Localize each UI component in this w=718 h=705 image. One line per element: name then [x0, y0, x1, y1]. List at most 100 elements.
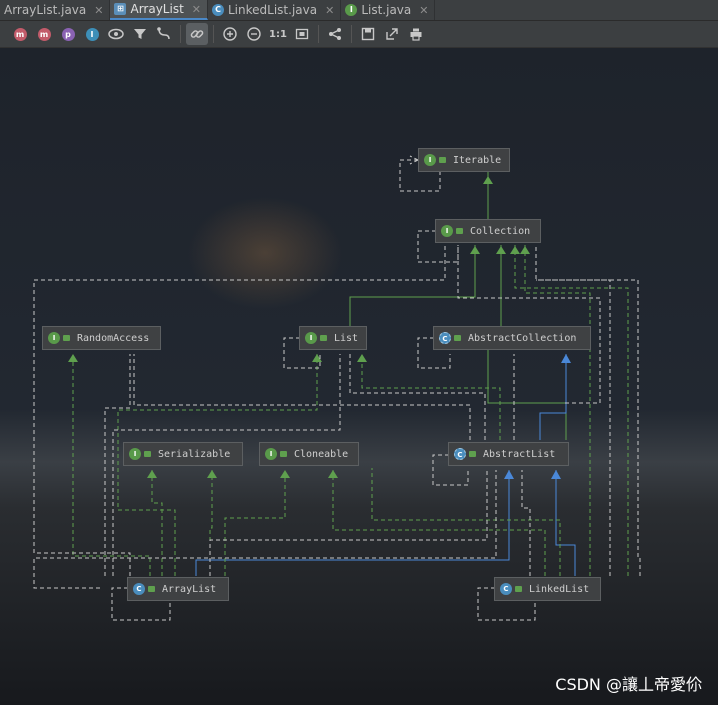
class-icon: C	[500, 583, 512, 595]
tab-label: LinkedList.java	[228, 3, 318, 17]
class-icon: C	[212, 4, 224, 16]
dep-abstractlist-randomaccess	[133, 354, 471, 440]
public-icon	[148, 586, 155, 592]
node-cloneable[interactable]: I Cloneable	[259, 442, 359, 466]
filter-button[interactable]	[129, 23, 151, 45]
node-linked-list[interactable]: C LinkedList	[494, 577, 601, 601]
arrowhead	[496, 246, 506, 254]
zoom-out-button[interactable]	[243, 23, 265, 45]
arrowhead	[504, 470, 514, 479]
tab-linkedlist-java[interactable]: C LinkedList.java ✕	[208, 0, 342, 20]
node-label: RandomAccess	[77, 332, 150, 344]
public-icon	[439, 157, 446, 163]
node-label: AbstractList	[483, 448, 556, 460]
public-icon	[320, 335, 327, 341]
node-iterable[interactable]: I Iterable	[418, 148, 510, 172]
node-abstract-collection[interactable]: C AbstractCollection	[433, 326, 591, 350]
node-label: Cloneable	[294, 448, 349, 460]
node-label: LinkedList	[529, 583, 590, 595]
share-icon	[329, 28, 341, 40]
toolbar-separator	[180, 25, 181, 43]
actual-size-button[interactable]: 1:1	[267, 23, 289, 45]
tab-label: ArrayList	[130, 2, 184, 16]
dep-linkedlist-collection-2	[536, 279, 641, 576]
diagram-canvas[interactable]: I Iterable I Collection I RandomAccess I…	[0, 48, 718, 705]
zoom-in-button[interactable]	[219, 23, 241, 45]
diagram-icon: ⊞	[114, 3, 127, 15]
dependency-icon	[157, 27, 170, 40]
toolbar-separator	[213, 25, 214, 43]
toolbar-separator	[351, 25, 352, 43]
public-icon	[280, 451, 287, 457]
public-icon	[144, 451, 151, 457]
class-icon: C	[133, 583, 145, 595]
tab-arraylist-diagram[interactable]: ⊞ ArrayList ✕	[110, 0, 208, 20]
link-icon	[190, 30, 204, 38]
arrowhead	[483, 176, 493, 184]
edge-linkedlist-collection-2	[514, 245, 629, 576]
show-properties-button[interactable]: p	[57, 23, 79, 45]
show-inner-classes-button[interactable]: I	[81, 23, 103, 45]
edge-arraylist-serializable	[151, 470, 163, 576]
interface-icon: I	[305, 332, 317, 344]
edge-abstractlist-list	[361, 354, 501, 440]
node-label: Serializable	[158, 448, 231, 460]
abstract-class-icon: C	[439, 332, 451, 344]
show-dependencies-button[interactable]	[153, 23, 175, 45]
close-icon[interactable]: ✕	[192, 3, 201, 16]
node-serializable[interactable]: I Serializable	[123, 442, 243, 466]
interface-icon: I	[129, 448, 141, 460]
interface-icon: I	[441, 225, 453, 237]
export-button[interactable]	[381, 23, 403, 45]
layout-button[interactable]	[324, 23, 346, 45]
close-icon[interactable]: ✕	[94, 4, 103, 17]
interface-icon: I	[345, 4, 358, 16]
watermark: CSDN @讓丄帝愛伱	[555, 675, 702, 694]
tab-arraylist-java[interactable]: ArrayList.java ✕	[0, 0, 111, 20]
visibility-button[interactable]	[105, 23, 127, 45]
dep-linkedlist-abstractlist	[521, 470, 531, 576]
editor-tab-bar: ArrayList.java ✕ ⊞ ArrayList ✕ C LinkedL…	[0, 0, 718, 21]
public-icon	[515, 586, 522, 592]
dep-arraylist-abstractlist	[33, 470, 497, 589]
tab-label: List.java	[361, 3, 412, 17]
public-icon	[469, 451, 476, 457]
public-icon	[456, 228, 463, 234]
arrowhead	[470, 246, 480, 254]
node-random-access[interactable]: I RandomAccess	[42, 326, 161, 350]
zoom-out-icon	[247, 27, 261, 41]
property-icon: p	[61, 27, 75, 41]
eye-icon	[108, 28, 124, 40]
node-collection[interactable]: I Collection	[435, 219, 541, 243]
show-methods-button[interactable]: m	[33, 23, 55, 45]
edge-list-collection	[349, 245, 476, 330]
node-label: AbstractCollection	[468, 332, 577, 344]
fit-content-button[interactable]	[291, 23, 313, 45]
interface-icon: I	[265, 448, 277, 460]
arrowhead	[551, 470, 561, 479]
dep-abstractcollection-collection	[457, 245, 601, 403]
arrowhead	[561, 354, 571, 363]
edge-linkedlist-abstractlist	[555, 470, 576, 576]
close-icon[interactable]: ✕	[419, 4, 428, 17]
export-icon	[386, 28, 398, 40]
node-array-list[interactable]: C ArrayList	[127, 577, 229, 601]
close-icon[interactable]: ✕	[325, 4, 334, 17]
filter-icon	[134, 29, 146, 39]
node-abstract-list[interactable]: C AbstractList	[448, 442, 569, 466]
diagram-toolbar: m m p I 1:1	[0, 21, 718, 48]
node-label: Collection	[470, 225, 531, 237]
public-icon	[63, 335, 70, 341]
node-list[interactable]: I List	[299, 326, 367, 350]
edge-mode-toggle[interactable]	[186, 23, 208, 45]
inner-class-icon: I	[85, 27, 99, 41]
toolbar-separator	[318, 25, 319, 43]
public-icon	[454, 335, 461, 341]
print-icon	[410, 28, 422, 41]
method-icon: m	[37, 27, 51, 41]
save-diagram-button[interactable]	[357, 23, 379, 45]
tab-list-java[interactable]: I List.java ✕	[341, 0, 436, 20]
show-fields-button[interactable]: m	[9, 23, 31, 45]
abstract-class-icon: C	[454, 448, 466, 460]
print-button[interactable]	[405, 23, 427, 45]
